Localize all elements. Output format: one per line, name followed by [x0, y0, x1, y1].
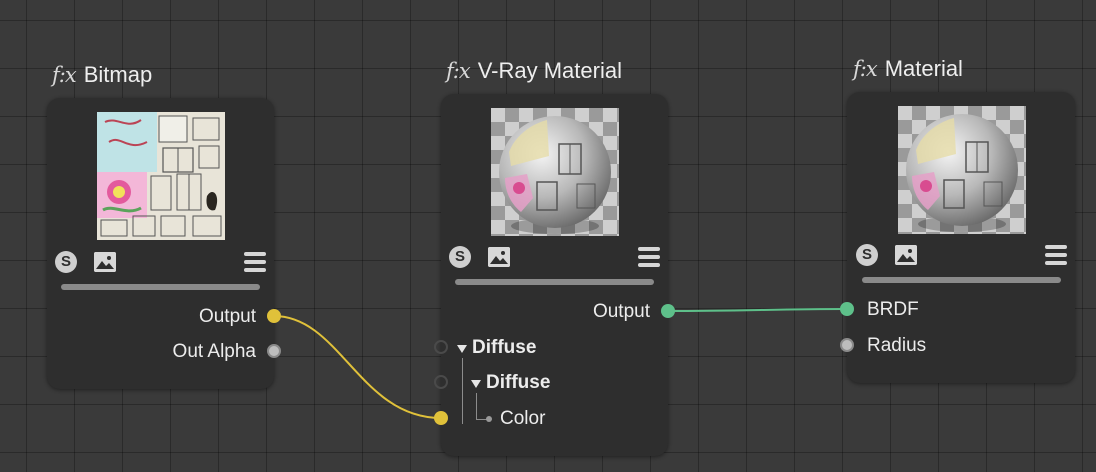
bitmap-node-header[interactable]: f:x Bitmap	[52, 62, 152, 88]
image-glyph	[94, 252, 116, 272]
material-node[interactable]: S BRDF Radius	[847, 92, 1075, 383]
wire-vray-output-to-material-brdf[interactable]	[667, 308, 848, 312]
texture-sketch-image	[97, 112, 225, 240]
output-port-label: Output	[592, 301, 650, 322]
color-input-port[interactable]	[434, 411, 448, 425]
render-progress-bar	[862, 277, 1061, 283]
node-title: Bitmap	[83, 62, 153, 87]
fx-icon: f:x	[853, 57, 878, 81]
diffuse-subgroup-label: Diffuse	[486, 372, 551, 393]
diffuse-group-input-port[interactable]	[434, 340, 448, 354]
bitmap-node[interactable]: S Output Out Alpha	[47, 98, 274, 389]
vray-output-port[interactable]	[661, 304, 675, 318]
material-node-header[interactable]: f:x Material	[853, 56, 963, 82]
menu-icon[interactable]	[638, 247, 660, 267]
material-brdf-input-port[interactable]	[840, 302, 854, 316]
node-title: Material	[884, 56, 963, 81]
image-icon[interactable]	[895, 245, 917, 265]
material-preview-thumbnail	[898, 106, 1026, 234]
material-radius-input-port[interactable]	[840, 338, 854, 352]
radius-port-label: Radius	[867, 335, 927, 356]
vray-material-node-header[interactable]: f:x V-Ray Material	[446, 58, 622, 84]
vray-material-node[interactable]: S Output Diffuse Diffuse Color	[441, 94, 668, 456]
bitmap-preview-thumbnail	[97, 112, 225, 240]
fx-icon: f:x	[52, 63, 77, 87]
render-progress-bar	[455, 279, 654, 285]
progress-fill	[61, 284, 260, 290]
fx-icon: f:x	[446, 59, 471, 83]
progress-fill	[862, 277, 1061, 283]
image-icon[interactable]	[488, 247, 510, 267]
image-icon[interactable]	[94, 252, 116, 272]
bitmap-out-alpha-port[interactable]	[267, 344, 281, 358]
progress-fill	[455, 279, 654, 285]
color-param-label: Color	[500, 408, 546, 429]
render-progress-bar	[61, 284, 260, 290]
brdf-port-label: BRDF	[867, 299, 919, 320]
color-param-dot	[486, 416, 492, 422]
tree-connector-line	[462, 358, 463, 424]
node-title: V-Ray Material	[477, 58, 622, 83]
diffuse-group-label: Diffuse	[472, 337, 537, 358]
image-glyph	[488, 247, 510, 267]
diffuse-group-expand-toggle[interactable]	[457, 345, 467, 353]
bitmap-output-port[interactable]	[267, 309, 281, 323]
s-icon[interactable]: S	[55, 251, 77, 273]
diffuse-subgroup-expand-toggle[interactable]	[471, 380, 481, 388]
output-port-label: Output	[198, 306, 256, 327]
image-glyph	[895, 245, 917, 265]
out-alpha-port-label: Out Alpha	[172, 341, 256, 362]
tree-connector-line	[476, 393, 477, 419]
vray-material-preview-thumbnail	[491, 108, 619, 236]
menu-icon[interactable]	[244, 252, 266, 272]
s-icon[interactable]: S	[856, 244, 878, 266]
material-sphere-preview	[906, 114, 1018, 232]
menu-icon[interactable]	[1045, 245, 1067, 265]
diffuse-subgroup-input-port[interactable]	[434, 375, 448, 389]
wire-bitmap-output-to-vray-color[interactable]	[273, 315, 442, 419]
s-icon[interactable]: S	[449, 246, 471, 268]
material-sphere-preview	[499, 116, 611, 234]
